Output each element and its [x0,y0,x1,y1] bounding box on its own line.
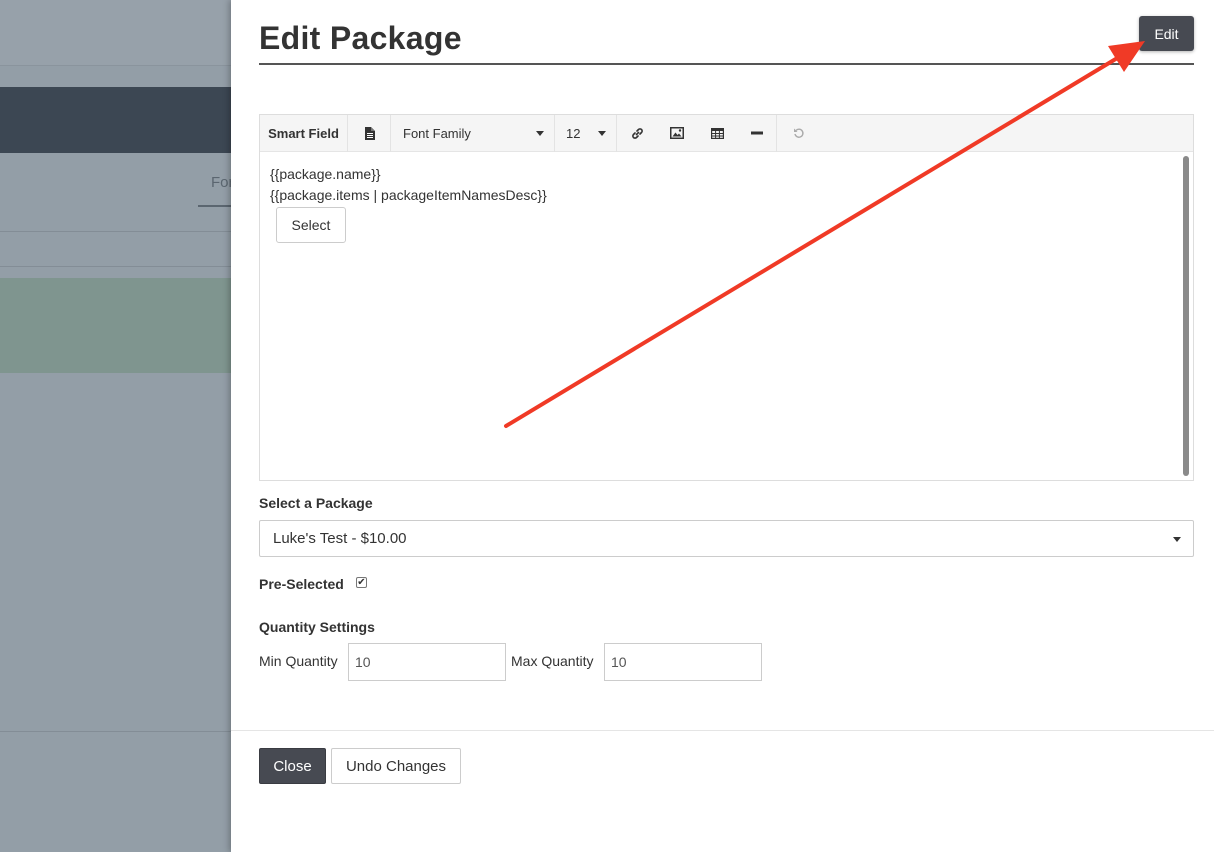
background-page: For [0,0,232,852]
background-navbar [0,87,232,153]
page-title: Edit Package [259,20,462,56]
select-button[interactable]: Select [276,207,346,243]
chevron-down-icon [1173,537,1181,542]
max-quantity-label: Max Quantity [511,653,594,669]
max-quantity-input[interactable] [604,643,762,681]
smart-field-button[interactable]: Smart Field [260,114,348,152]
pre-selected-label: Pre-Selected [259,576,344,592]
editor-content[interactable]: {{package.name}} {{package.items | packa… [260,152,1193,480]
template-line: {{package.name}} [270,166,381,182]
package-select-value: Luke's Test - $10.00 [273,530,407,547]
background-highlight-row [0,278,232,373]
link-icon[interactable] [617,115,657,152]
chevron-down-icon [536,130,544,136]
table-icon[interactable] [697,115,737,152]
edit-package-panel: Edit Package Edit Smart Field Font Famil… [231,0,1214,852]
background-header [0,0,232,66]
footer-divider [231,730,1214,731]
edit-button[interactable]: Edit [1139,16,1194,51]
template-line: {{package.items | packageItemNamesDesc}} [270,187,547,203]
pre-selected-checkbox[interactable]: ✔ [356,577,367,588]
package-select[interactable]: Luke's Test - $10.00 [259,520,1194,557]
editor-toolbar: Smart Field Font Family 12 [260,114,1193,152]
editor-scrollbar[interactable] [1183,156,1189,476]
font-family-select[interactable]: Font Family [391,114,555,152]
close-button[interactable]: Close [259,748,326,784]
chevron-down-icon [598,130,606,136]
background-divider [0,731,232,732]
undo-icon[interactable] [777,115,821,152]
background-tab: For [211,174,232,191]
font-size-select[interactable]: 12 [555,114,617,152]
quantity-settings-heading: Quantity Settings [259,619,375,635]
image-icon[interactable] [657,115,697,152]
min-quantity-input[interactable] [348,643,506,681]
background-tab-underline [198,205,232,207]
rich-text-editor: Smart Field Font Family 12 {{package.nam… [259,114,1194,481]
title-divider [259,63,1194,65]
font-size-label: 12 [566,125,581,141]
font-family-label: Font Family [403,125,471,141]
package-select-label: Select a Package [259,495,373,511]
background-divider [0,231,232,232]
background-divider [0,266,232,267]
checkmark-icon: ✔ [357,577,366,588]
horizontal-rule-icon[interactable] [737,114,777,152]
undo-changes-button[interactable]: Undo Changes [331,748,461,784]
document-icon[interactable] [348,114,391,152]
min-quantity-label: Min Quantity [259,653,338,669]
